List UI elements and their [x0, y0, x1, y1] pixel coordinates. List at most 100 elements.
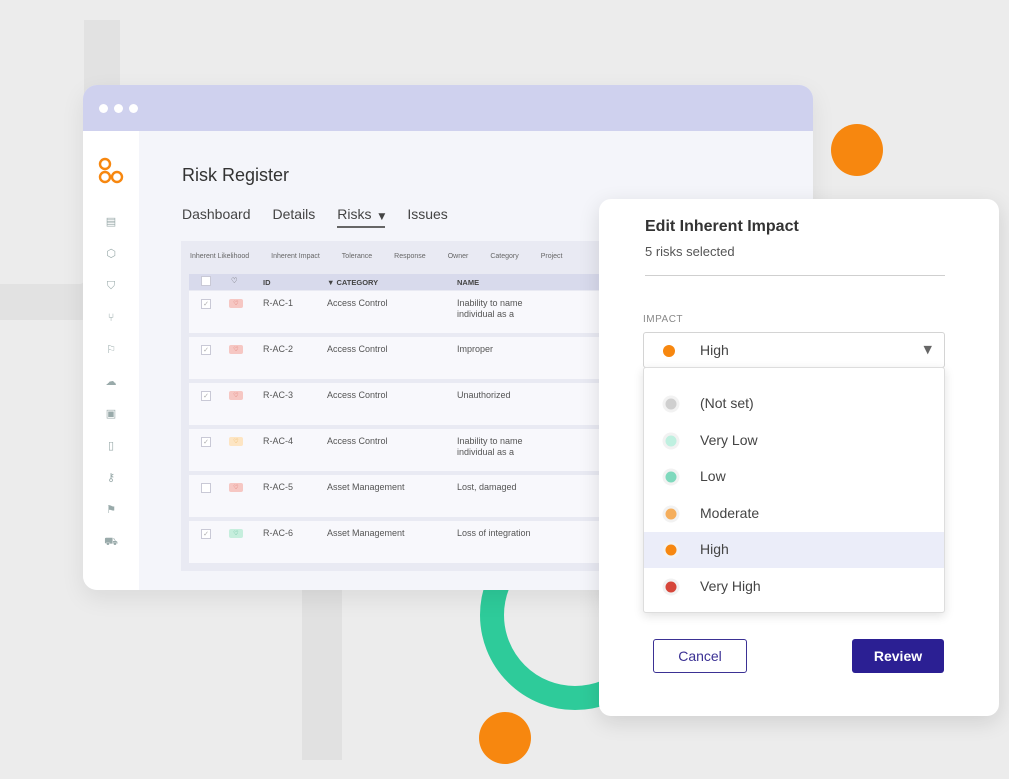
risk-category: Access Control	[327, 344, 388, 354]
truck-icon[interactable]: ⛟	[104, 535, 118, 549]
risk-level-badge-icon: ♡	[229, 391, 243, 400]
risk-name: Inability to name individual as a	[457, 298, 523, 319]
risk-name: Unauthorized	[457, 390, 511, 400]
column-toggle[interactable]: Inherent Impact	[271, 253, 320, 260]
chevron-down-icon: ▼	[923, 343, 932, 356]
flag-icon[interactable]: ⚑	[104, 503, 118, 517]
risk-category: Asset Management	[327, 482, 405, 492]
risk-id: R-AC-5	[263, 482, 294, 492]
column-toggle[interactable]: Project	[541, 253, 563, 260]
column-header-category[interactable]: ▼ CATEGORY	[327, 278, 378, 287]
impact-option[interactable]: Very Low	[644, 423, 944, 459]
panel-title: Edit Inherent Impact	[645, 218, 799, 235]
impact-option[interactable]: Moderate	[644, 496, 944, 532]
impact-select-value: High	[700, 342, 729, 358]
risk-name: Improper	[457, 344, 494, 354]
risk-level-badge-icon: ♡	[229, 483, 243, 492]
row-checkbox[interactable]: ✓	[201, 437, 211, 447]
tab-risks-label: Risks	[337, 206, 372, 222]
shield-icon[interactable]: ⛉	[104, 279, 118, 293]
selected-impact-dot-icon	[662, 344, 676, 363]
row-checkbox[interactable]	[201, 483, 211, 493]
column-header-id[interactable]: ID	[263, 278, 271, 287]
window-control-dot[interactable]	[99, 103, 108, 113]
clipboard-icon[interactable]: ▯	[104, 439, 118, 453]
chat-flag-icon[interactable]: ⚐	[104, 343, 118, 357]
column-toggle[interactable]: Owner	[448, 253, 469, 260]
impact-option-label: Very High	[700, 577, 761, 594]
page-title: Risk Register	[182, 165, 290, 185]
decorative-orange-circle	[831, 124, 883, 176]
chevron-down-icon: ▼	[378, 212, 386, 222]
layout-icon[interactable]: ▤	[104, 215, 118, 229]
edit-impact-panel: Edit Inherent Impact 5 risks selected IM…	[599, 199, 999, 716]
column-toggle[interactable]: Response	[394, 253, 426, 260]
risk-id: R-AC-1	[263, 298, 294, 308]
sidebar: ▤ ⬡ ⛉ ⑂ ⚐ ☁ ▣ ▯ ⚷ ⚑ ⛟	[83, 131, 139, 590]
impact-level-dot-icon	[662, 578, 680, 601]
tab-details[interactable]: Details	[273, 206, 316, 228]
risk-name: Lost, damaged	[457, 482, 517, 492]
panel-subtitle: 5 risks selected	[645, 244, 735, 259]
impact-field-label: IMPACT	[643, 314, 684, 325]
risk-category: Access Control	[327, 390, 388, 400]
impact-select[interactable]: High ▼	[643, 332, 945, 368]
heart-icon: ♡	[231, 276, 238, 285]
row-checkbox[interactable]: ✓	[201, 529, 211, 539]
select-all-checkbox[interactable]	[201, 276, 211, 286]
column-header-name[interactable]: NAME	[457, 278, 479, 287]
risk-level-badge-icon: ♡	[229, 299, 243, 308]
cube-icon[interactable]: ⬡	[104, 247, 118, 261]
impact-level-dot-icon	[662, 395, 680, 418]
tab-risks[interactable]: Risks ▼	[337, 206, 386, 228]
impact-level-dot-icon	[662, 505, 680, 528]
risk-id: R-AC-4	[263, 436, 294, 446]
tab-bar: Dashboard Details Risks ▼ Issues	[182, 206, 448, 228]
risk-category: Asset Management	[327, 528, 405, 538]
risk-level-badge-icon: ♡	[229, 529, 243, 538]
column-toggle[interactable]: Category	[490, 253, 518, 260]
row-checkbox[interactable]: ✓	[201, 299, 211, 309]
window-control-dot[interactable]	[129, 103, 138, 113]
impact-level-dot-icon	[662, 541, 680, 564]
impact-option-label: (Not set)	[700, 395, 754, 411]
impact-level-dot-icon	[662, 468, 680, 491]
impact-option[interactable]: Low	[644, 459, 944, 495]
git-branch-icon[interactable]: ⑂	[104, 311, 118, 325]
row-checkbox[interactable]: ✓	[201, 391, 211, 401]
background-post-shape	[302, 560, 342, 760]
impact-option[interactable]: High	[644, 532, 944, 568]
cancel-button[interactable]: Cancel	[653, 639, 747, 673]
risk-id: R-AC-2	[263, 344, 294, 354]
tab-issues[interactable]: Issues	[407, 206, 447, 228]
risk-name: Inability to name individual as a	[457, 436, 523, 457]
impact-level-dot-icon	[662, 432, 680, 455]
panel-divider	[645, 275, 945, 276]
impact-dropdown-menu: (Not set) Very Low Low Moderate High Very Hig…	[643, 367, 945, 613]
review-button[interactable]: Review	[852, 639, 944, 673]
risk-level-badge-icon: ♡	[229, 437, 243, 446]
row-checkbox[interactable]: ✓	[201, 345, 211, 355]
decorative-orange-circle	[479, 712, 531, 764]
key-icon[interactable]: ⚷	[104, 471, 118, 485]
window-titlebar	[83, 85, 813, 131]
window-control-dot[interactable]	[114, 103, 123, 113]
risk-name: Loss of integration	[457, 528, 531, 538]
impact-option-label: Very Low	[700, 431, 758, 448]
impact-option-label: Moderate	[700, 504, 760, 521]
risk-level-badge-icon: ♡	[229, 345, 243, 354]
risk-id: R-AC-6	[263, 528, 294, 538]
column-toggle[interactable]: Tolerance	[342, 253, 372, 260]
impact-option[interactable]: (Not set)	[644, 386, 944, 422]
risk-id: R-AC-3	[263, 390, 294, 400]
book-icon[interactable]: ▣	[104, 407, 118, 421]
column-toggle[interactable]: Inherent Likelihood	[190, 253, 249, 260]
risk-category: Access Control	[327, 298, 388, 308]
impact-option[interactable]: Very High	[644, 569, 944, 605]
cloud-icon[interactable]: ☁	[104, 375, 118, 389]
impact-option-label: High	[700, 541, 729, 557]
risk-category: Access Control	[327, 436, 388, 446]
impact-option-label: Low	[700, 468, 726, 484]
tab-dashboard[interactable]: Dashboard	[182, 206, 251, 228]
brand-logo-icon[interactable]	[98, 157, 124, 185]
